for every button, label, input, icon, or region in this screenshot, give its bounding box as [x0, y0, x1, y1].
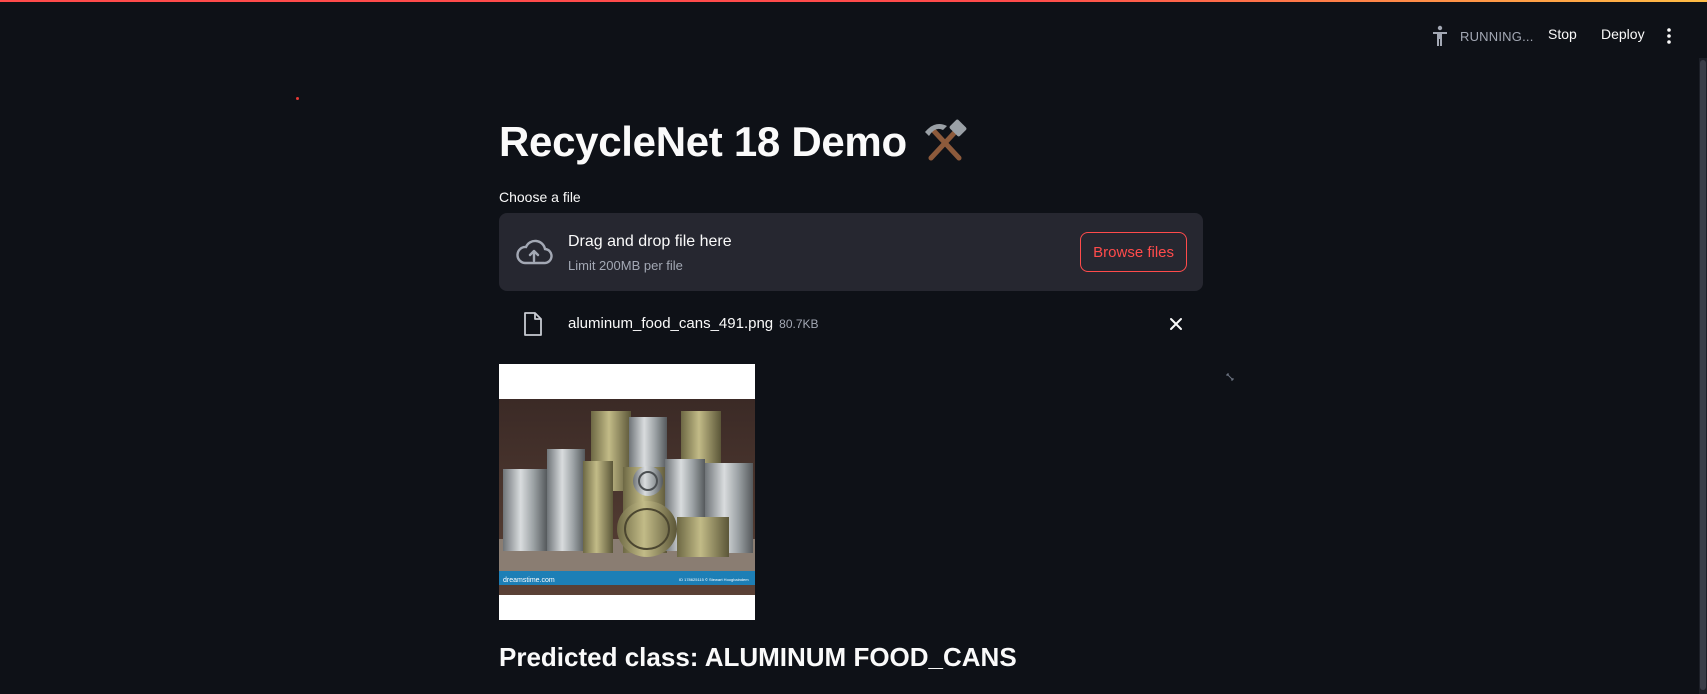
drop-instruction: Drag and drop file here: [568, 233, 732, 250]
uploaded-file-info: aluminum_food_cans_491.png 80.7KB: [568, 315, 819, 332]
close-icon[interactable]: [1169, 317, 1183, 331]
file-icon: [524, 312, 542, 336]
deploy-button[interactable]: Deploy: [1601, 26, 1645, 42]
prediction-result: Predicted class: ALUMINUM FOOD_CANS: [499, 642, 1017, 672]
running-status: RUNNING...: [1428, 24, 1534, 48]
resize-handle-icon: [1226, 373, 1234, 381]
status-text: RUNNING...: [1460, 28, 1534, 44]
stray-dot: [296, 97, 299, 100]
browse-files-button[interactable]: Browse files: [1080, 232, 1187, 272]
page-title: RecycleNet 18 Demo: [499, 118, 969, 166]
stop-button[interactable]: Stop: [1548, 26, 1577, 42]
watermark-site: dreamstime.com: [503, 577, 555, 584]
size-limit-text: Limit 200MB per file: [568, 258, 683, 273]
kebab-menu-icon[interactable]: [1666, 28, 1672, 44]
file-dropzone[interactable]: Drag and drop file here Limit 200MB per …: [499, 213, 1203, 291]
page-title-text: RecycleNet 18 Demo: [499, 118, 907, 165]
app-header: RUNNING... Stop Deploy: [0, 2, 1707, 70]
uploaded-image-preview: dreamstime.com ID 178625115 © Stewart Ho…: [499, 364, 755, 620]
uploaded-file-row: aluminum_food_cans_491.png 80.7KB: [499, 306, 1203, 342]
scrollbar-thumb[interactable]: [1700, 60, 1706, 690]
uploaded-file-size: 80.7KB: [779, 317, 819, 331]
cloud-upload-icon: [516, 239, 553, 265]
food-cans-photo: dreamstime.com ID 178625115 © Stewart Ho…: [499, 399, 755, 595]
uploader-label: Choose a file: [499, 189, 581, 205]
running-man-icon: [1433, 25, 1447, 46]
hammer-and-pick-icon: [924, 119, 967, 161]
uploaded-file-name: aluminum_food_cans_491.png: [568, 315, 774, 332]
watermark-id: ID 178625115 © Stewart Hoogbaindem: [679, 577, 749, 582]
